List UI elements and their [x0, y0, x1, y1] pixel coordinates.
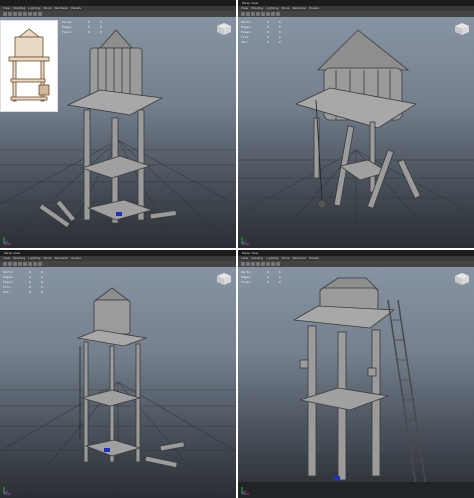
toolbar-icon[interactable] — [18, 12, 22, 16]
poly-count-hud: Verts: 0 0 Edges: 0 0 Faces: 0 0 Tris: 0 0 UVs: 0… — [3, 270, 43, 294]
toolbar-icon[interactable] — [8, 12, 12, 16]
axis-gizmo-icon — [241, 237, 249, 245]
viewport-divider-horizontal[interactable] — [0, 248, 474, 250]
view-cube-icon[interactable] — [454, 272, 470, 286]
toolbar-icon[interactable] — [23, 12, 27, 16]
toolbar-icon[interactable] — [28, 262, 32, 266]
toolbar-icon[interactable] — [266, 262, 270, 266]
toolbar-icon[interactable] — [241, 12, 245, 16]
toolbar-icon[interactable] — [246, 12, 250, 16]
view-cube-icon[interactable] — [216, 22, 232, 36]
poly-count-hud: Verts: 0 0 Edges: 0 0 Faces: 0 0 — [62, 20, 102, 34]
viewport-bottom-left[interactable]: Persp View View Shading Lighting Show Re… — [0, 250, 236, 498]
toolbar-icon[interactable] — [246, 262, 250, 266]
toolbar-icon[interactable] — [33, 12, 37, 16]
toolbar-icon[interactable] — [251, 262, 255, 266]
toolbar-icon[interactable] — [23, 262, 27, 266]
axis-gizmo-icon — [3, 487, 11, 495]
view-cube-icon[interactable] — [216, 272, 232, 286]
toolbar-icon[interactable] — [33, 262, 37, 266]
toolbar-icon[interactable] — [261, 262, 265, 266]
toolbar-icon[interactable] — [271, 262, 275, 266]
toolbar-icon[interactable] — [38, 262, 42, 266]
poly-count-hud: Verts: 0 0 Edges: 0 0 Faces: 0 0 Tris: 0 0 UVs: 0… — [241, 20, 281, 44]
water-tower-model — [292, 277, 427, 487]
viewport-toolbar — [0, 11, 236, 17]
axis-gizmo-icon — [241, 487, 249, 495]
toolbar-icon[interactable] — [241, 262, 245, 266]
poly-count-hud: Verts: 0 0 Edges: 0 0 Faces: 0 0 — [241, 270, 281, 284]
toolbar-icon[interactable] — [13, 12, 17, 16]
viewport-bottom-right[interactable]: Persp View View Shading Lighting Show Re… — [238, 250, 474, 498]
toolbar-icon[interactable] — [18, 262, 22, 266]
toolbar-icon[interactable] — [266, 12, 270, 16]
viewport-top-right[interactable]: Persp View View Shading Lighting Show Re… — [238, 0, 474, 248]
toolbar-icon[interactable] — [251, 12, 255, 16]
toolbar-icon[interactable] — [276, 12, 280, 16]
toolbar-icon[interactable] — [28, 12, 32, 16]
toolbar-icon[interactable] — [13, 262, 17, 266]
toolbar-icon[interactable] — [256, 12, 260, 16]
toolbar-icon[interactable] — [38, 12, 42, 16]
water-tower-model — [76, 287, 185, 469]
toolbar-icon[interactable] — [3, 12, 7, 16]
toolbar-icon[interactable] — [256, 262, 260, 266]
viewport-toolbar — [238, 261, 474, 267]
water-tower-model — [294, 29, 421, 209]
reference-sketch-image — [0, 20, 58, 112]
axis-gizmo-icon — [3, 237, 11, 245]
viewport-toolbar — [0, 261, 236, 267]
water-tower-model — [38, 29, 177, 229]
toolbar-icon[interactable] — [261, 12, 265, 16]
view-cube-icon[interactable] — [454, 22, 470, 36]
grid-floor — [238, 277, 474, 498]
toolbar-icon[interactable] — [3, 262, 7, 266]
toolbar-icon[interactable] — [8, 262, 12, 266]
toolbar-icon[interactable] — [271, 12, 275, 16]
viewport-top-left[interactable]: View Shading Lighting Show Renderer Pane… — [0, 0, 236, 248]
viewport-toolbar — [238, 11, 474, 17]
toolbar-icon[interactable] — [276, 262, 280, 266]
